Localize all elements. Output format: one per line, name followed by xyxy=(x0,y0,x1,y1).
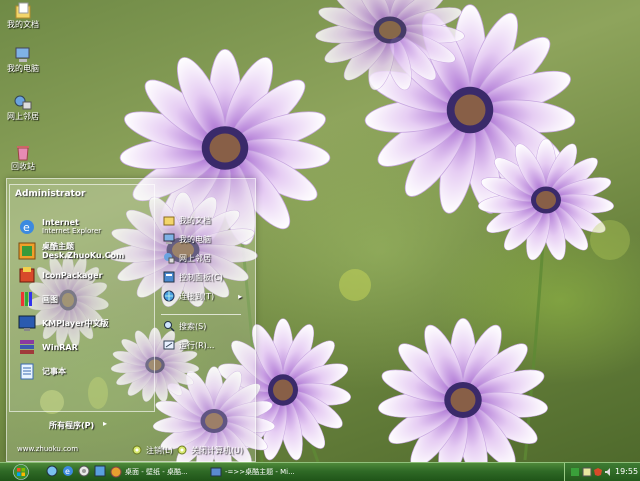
program-internet[interactable]: e Internet Internet Explorer xyxy=(18,217,101,237)
window-icon xyxy=(210,467,222,477)
place-network[interactable]: 网上邻居 xyxy=(163,250,211,266)
windows-logo-icon xyxy=(13,464,29,480)
run-icon xyxy=(163,340,175,350)
place-connect-to[interactable]: 连接到(T) ▸ xyxy=(163,288,242,304)
quicklaunch-desktop-icon[interactable] xyxy=(46,465,58,477)
quicklaunch-app-icon[interactable] xyxy=(94,465,106,477)
place-label: 网上邻居 xyxy=(179,253,211,263)
place-search[interactable]: 搜索(S) xyxy=(163,318,206,334)
taskbar-button-browser[interactable]: 桌面 - 壁纸 - 桌酷... xyxy=(110,465,202,479)
clock[interactable]: 19:55 xyxy=(615,467,638,476)
place-label: 我的文档 xyxy=(179,215,211,225)
desktop-icon-network-places[interactable]: 网上邻居 xyxy=(2,94,44,122)
iconpackager-icon xyxy=(19,267,35,283)
start-menu-divider xyxy=(161,314,241,315)
submenu-arrow-icon: ▸ xyxy=(238,291,243,301)
place-label: 连接到(T) xyxy=(179,291,215,301)
place-label: 我的电脑 xyxy=(179,234,211,244)
start-button[interactable] xyxy=(6,464,36,480)
taskbar-button-window[interactable]: -=>>桌酷主题 - Mi... xyxy=(210,465,306,479)
task-label: 桌面 - 壁纸 - 桌酷... xyxy=(125,468,188,476)
desktop-icon-recycle-bin[interactable]: 回收站 xyxy=(2,144,44,172)
globe-icon xyxy=(163,290,175,302)
logoff-button[interactable]: 注销(L) xyxy=(131,444,173,456)
place-control-panel[interactable]: 控制面板(C) xyxy=(163,269,223,285)
computer-icon xyxy=(163,233,175,244)
quicklaunch-ie-icon[interactable]: e xyxy=(62,465,74,477)
place-label: 搜索(S) xyxy=(179,321,207,331)
quicklaunch-media-icon[interactable] xyxy=(78,465,90,477)
svg-text:e: e xyxy=(23,221,30,234)
program-iconpackager[interactable]: IconPackager xyxy=(18,265,103,285)
search-icon xyxy=(164,321,175,332)
taskbar: e 桌面 - 壁纸 - 桌酷... -=>>桌酷主题 - Mi... 19:55 xyxy=(0,462,640,481)
program-paint[interactable]: 画图 xyxy=(18,289,58,309)
program-winrar[interactable]: WinRAR xyxy=(18,337,78,357)
network-icon xyxy=(14,95,32,110)
folder-icon xyxy=(15,2,31,19)
all-programs-arrow-icon: ▸ xyxy=(103,419,108,428)
all-programs-button[interactable]: 所有程序(P) xyxy=(49,420,94,431)
control-panel-icon xyxy=(163,271,175,283)
network-icon xyxy=(164,253,175,264)
start-menu: Administrator e Internet Internet Explore… xyxy=(6,178,256,462)
program-zhuoku-theme[interactable]: 桌酷主题Desk.ZhuoKu.Com xyxy=(18,241,154,261)
recycle-bin-icon xyxy=(17,146,29,161)
internet-explorer-icon: e xyxy=(20,220,34,234)
notepad-icon xyxy=(20,363,34,380)
program-title: Internet xyxy=(42,218,79,227)
shutdown-icon xyxy=(177,445,187,455)
start-menu-url: www.zhuoku.com xyxy=(17,445,79,453)
start-menu-programs-panel: e Internet Internet Explorer 桌酷主题Desk.Zhu… xyxy=(9,184,155,412)
program-title: IconPackager xyxy=(42,270,103,280)
computer-icon xyxy=(15,47,30,62)
desktop-icon-my-computer[interactable]: 我的电脑 xyxy=(2,46,44,74)
volume-icon[interactable] xyxy=(604,467,614,477)
place-my-documents[interactable]: 我的文档 xyxy=(163,212,211,228)
place-label: 运行(R)... xyxy=(179,340,215,350)
kmplayer-icon xyxy=(18,315,36,331)
tray-network-icon[interactable] xyxy=(582,467,592,477)
theme-app-icon xyxy=(18,242,36,260)
desktop-icon-label: 网上邻居 xyxy=(7,112,39,121)
program-kmplayer[interactable]: KMPlayer中文版 xyxy=(18,313,109,333)
place-run[interactable]: 运行(R)... xyxy=(163,337,214,353)
program-title: 桌酷主题Desk.ZhuoKu.Com xyxy=(42,242,125,260)
tray-app-icon[interactable] xyxy=(570,467,580,477)
desktop-icon-label: 回收站 xyxy=(11,162,35,171)
program-subtitle: Internet Explorer xyxy=(42,227,102,235)
program-title: 画图 xyxy=(42,294,58,304)
browser-icon xyxy=(110,466,122,478)
desktop-icon-label: 我的电脑 xyxy=(7,64,39,73)
desktop-icon-label: 我的文档 xyxy=(7,20,39,29)
program-title: 记事本 xyxy=(42,366,66,376)
logoff-label: 注销(L) xyxy=(146,445,173,455)
program-title: WinRAR xyxy=(42,342,78,352)
shutdown-label: 关闭计算机(U) xyxy=(191,445,244,455)
paint-icon xyxy=(21,292,32,306)
place-my-computer[interactable]: 我的电脑 xyxy=(163,231,211,247)
place-label: 控制面板(C) xyxy=(179,272,223,282)
logoff-icon xyxy=(132,445,142,455)
svg-text:e: e xyxy=(65,467,70,476)
task-label: -=>>桌酷主题 - Mi... xyxy=(225,468,295,476)
winrar-icon xyxy=(20,340,34,354)
desktop-icon-my-documents[interactable]: 我的文档 xyxy=(2,2,44,30)
program-title: KMPlayer中文版 xyxy=(42,318,109,328)
tray-shield-icon[interactable] xyxy=(593,467,603,477)
program-notepad[interactable]: 记事本 xyxy=(18,361,66,381)
folder-icon xyxy=(163,216,175,226)
shutdown-button[interactable]: 关闭计算机(U) xyxy=(176,444,243,456)
